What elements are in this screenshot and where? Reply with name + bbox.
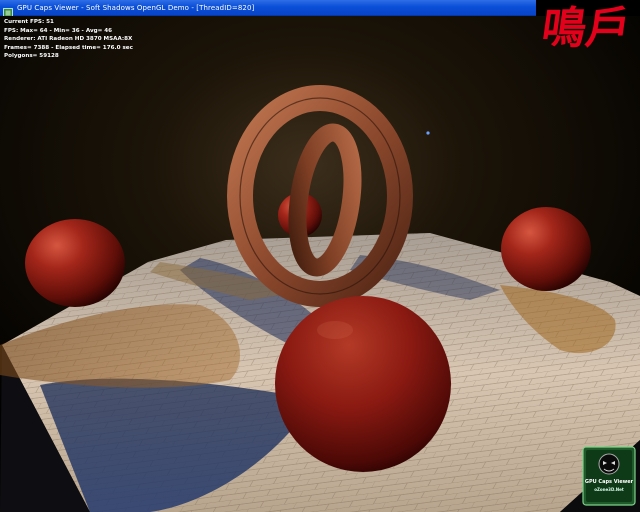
title-bar[interactable]: GPU Caps Viewer - Soft Shadows OpenGL De… — [0, 0, 536, 18]
fps-stats: FPS: Max= 64 - Min= 36 - Avg= 46 — [4, 27, 113, 34]
gpu-caps-viewer-window: GPU Caps Viewer - Soft Shadows OpenGL De… — [0, 0, 640, 512]
3d-viewport[interactable] — [0, 16, 640, 512]
app-icon — [3, 3, 13, 18]
right-sphere — [501, 207, 591, 291]
frames-info: Frames= 7388 - Elapsed time= 176.0 sec — [4, 44, 133, 51]
stats-overlay: Current FPS: 51 FPS: Max= 64 - Min= 36 -… — [4, 18, 133, 61]
calligraphy-watermark: 鳴戶 — [538, 0, 640, 80]
badge-subtitle: oZone3D.Net — [594, 487, 624, 492]
gpu-caps-badge: GPU Caps Viewer oZone3D.Net — [582, 446, 636, 506]
scene-render — [0, 16, 640, 512]
front-sphere — [275, 296, 451, 472]
polygon-count: Polygons= 59128 — [4, 53, 59, 60]
badge-frame-icon — [582, 446, 636, 506]
badge-title: GPU Caps Viewer — [584, 479, 634, 485]
watermark-text: 鳴戶 — [538, 3, 634, 54]
left-sphere — [25, 219, 125, 307]
renderer-info: Renderer: ATI Radeon HD 3870 MSAA:8X — [4, 36, 133, 43]
current-fps: Current FPS: 51 — [4, 19, 54, 25]
window-title: GPU Caps Viewer - Soft Shadows OpenGL De… — [17, 3, 255, 12]
